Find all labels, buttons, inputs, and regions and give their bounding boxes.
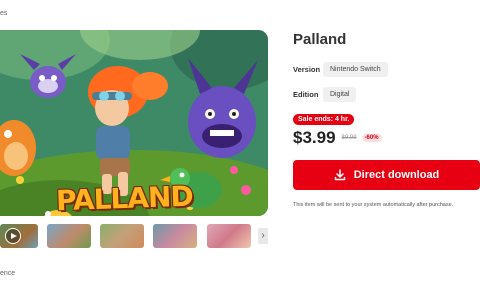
game-logo: PALLAND — [55, 179, 194, 216]
edition-chip[interactable]: Digital — [323, 87, 357, 102]
download-icon — [334, 169, 345, 181]
discount-badge: -60% — [361, 134, 382, 142]
delivery-note: This item will be sent to your system au… — [293, 202, 454, 208]
thumbnail-2[interactable] — [47, 224, 91, 248]
hero-image[interactable]: PALLAND — [0, 30, 268, 216]
original-price: $9.99 — [341, 135, 357, 141]
download-label: Direct download — [353, 169, 440, 181]
thumbnail-video[interactable] — [0, 224, 38, 248]
section-heading: ence — [0, 270, 16, 277]
chevron-right-icon[interactable]: › — [258, 228, 268, 244]
version-chip[interactable]: Nintendo Switch — [323, 62, 388, 77]
product-info: Palland Version Nintendo Switch Edition … — [293, 30, 480, 208]
product-page: es PALLAND › ence Palland Version Ninten… — [0, 0, 480, 300]
thumbnail-4[interactable] — [153, 224, 197, 248]
edition-label: Edition — [293, 90, 319, 99]
thumbnail-strip: › — [0, 224, 268, 248]
version-row: Version Nintendo Switch — [293, 62, 480, 77]
direct-download-button[interactable]: Direct download — [293, 160, 480, 190]
current-price: $3.99 — [293, 128, 336, 147]
product-title: Palland — [293, 31, 347, 48]
edition-row: Edition Digital — [293, 87, 480, 102]
thumbnail-3[interactable] — [100, 224, 144, 248]
sale-badge: Sale ends: 4 hr. — [293, 114, 355, 125]
breadcrumb[interactable]: es — [0, 10, 7, 17]
play-icon — [5, 228, 21, 244]
price-row: $3.99 $9.99 -60% — [293, 128, 480, 148]
thumbnail-5[interactable] — [207, 224, 251, 248]
version-label: Version — [293, 65, 321, 74]
